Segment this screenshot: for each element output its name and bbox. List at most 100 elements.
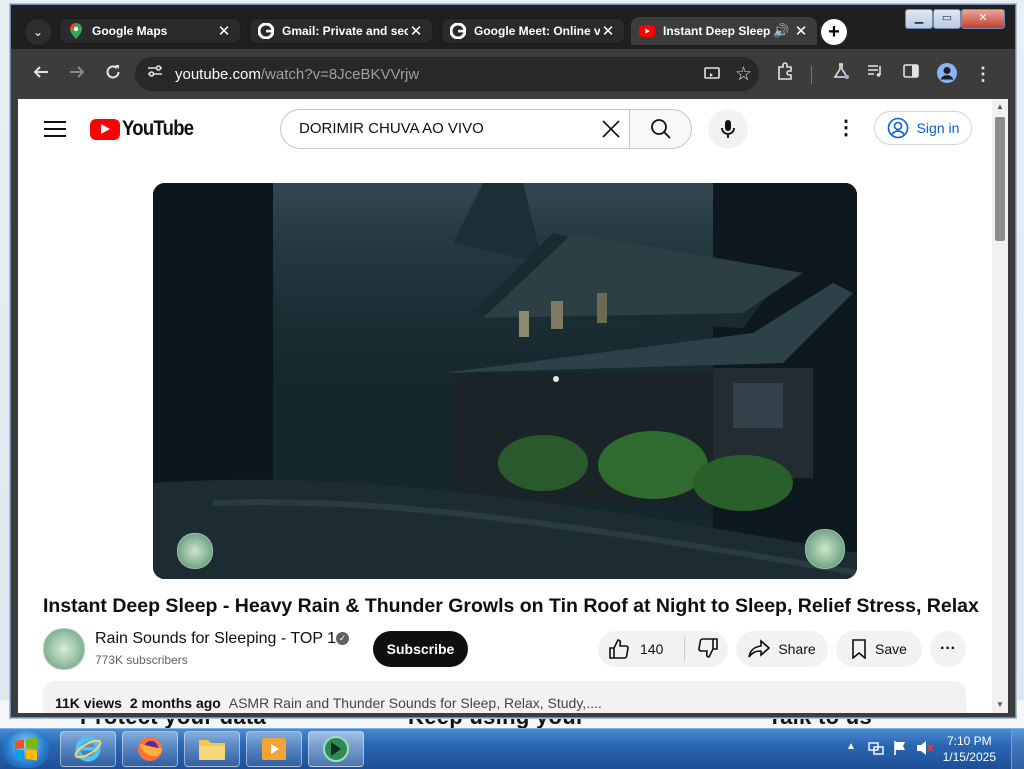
- back-button[interactable]: [29, 62, 53, 86]
- url-text[interactable]: youtube.com/watch?v=8JceBKVVrjw: [175, 66, 419, 83]
- settings-menu-button[interactable]: ⋮: [836, 117, 856, 141]
- side-panel-icon: [903, 64, 919, 78]
- close-icon[interactable]: ✕: [600, 22, 616, 40]
- site-info-icon[interactable]: [145, 64, 165, 84]
- search-input[interactable]: [297, 119, 591, 138]
- extensions-button[interactable]: [773, 62, 797, 86]
- channel-branding-icon[interactable]: [805, 529, 845, 569]
- firefox-icon: [138, 737, 162, 761]
- browser-app-icon: [323, 736, 349, 762]
- start-button[interactable]: [2, 730, 50, 768]
- folder-icon: [199, 740, 225, 760]
- url-path: /watch?v=8JceBKVVrjw: [260, 66, 420, 83]
- flask-icon: [833, 63, 849, 79]
- maximize-button[interactable]: ▭: [933, 9, 961, 29]
- speaker-icon[interactable]: 🔊: [773, 23, 789, 39]
- save-button[interactable]: Save: [836, 631, 922, 667]
- kebab-menu-icon: ⋮: [836, 117, 856, 139]
- queue-music-icon: [868, 65, 881, 77]
- action-center-flag-icon[interactable]: [892, 740, 908, 761]
- reload-icon: [106, 65, 120, 79]
- scroll-down-arrow-icon[interactable]: ▼: [995, 700, 1005, 709]
- media-controls-button[interactable]: [863, 62, 887, 86]
- reload-button[interactable]: [101, 62, 125, 86]
- close-icon[interactable]: ✕: [216, 22, 232, 40]
- internet-explorer-icon: [74, 736, 102, 762]
- voice-search-button[interactable]: [708, 109, 748, 149]
- description-header: 11K views 2 months ago ASMR Rain and Thu…: [55, 695, 602, 711]
- new-tab-button[interactable]: +: [821, 19, 847, 45]
- youtube-play-icon: [90, 118, 120, 140]
- kebab-menu-icon: ⋮: [974, 64, 992, 84]
- search-button[interactable]: [629, 109, 692, 149]
- upload-age: 2 months ago: [129, 695, 221, 711]
- dislike-button[interactable]: [685, 637, 719, 662]
- verified-check-icon: ✓: [336, 632, 349, 645]
- tab-title: Google Maps: [92, 24, 168, 38]
- video-player[interactable]: [153, 183, 857, 579]
- taskbar-firefox[interactable]: [122, 731, 178, 767]
- clock-date: 1/15/2025: [942, 750, 996, 764]
- close-icon[interactable]: ✕: [793, 22, 809, 40]
- network-icon[interactable]: [868, 740, 884, 761]
- sign-in-label: Sign in: [916, 120, 960, 136]
- channel-watermark[interactable]: [177, 533, 213, 569]
- tab-title: Google Meet: Online video: [474, 24, 600, 38]
- tab-title: Gmail: Private and secure: [282, 24, 408, 38]
- channel-name[interactable]: Rain Sounds for Sleeping - TOP 1: [95, 630, 336, 648]
- puzzle-icon: [778, 62, 792, 80]
- volume-muted-icon[interactable]: [916, 740, 934, 761]
- taskbar-media-player[interactable]: [246, 731, 302, 767]
- show-hidden-icons-icon[interactable]: ▲: [846, 741, 856, 752]
- share-button[interactable]: Share: [736, 631, 828, 667]
- description-box[interactable]: 11K views 2 months ago ASMR Rain and Thu…: [43, 681, 966, 713]
- more-actions-button[interactable]: ···: [930, 631, 966, 667]
- page-content: YouTube ⋮ Sign in: [18, 99, 1008, 713]
- browser-menu-button[interactable]: ⋮: [971, 62, 995, 86]
- system-clock[interactable]: 7:10 PM 1/15/2025: [943, 733, 996, 765]
- side-panel-button[interactable]: [899, 62, 923, 86]
- sign-in-button[interactable]: Sign in: [874, 111, 972, 145]
- scroll-up-arrow-icon[interactable]: ▲: [995, 102, 1005, 111]
- google-icon: [258, 23, 274, 39]
- tab-google-maps[interactable]: Google Maps ✕: [59, 18, 241, 44]
- profile-button[interactable]: [935, 62, 959, 86]
- tab-search-button[interactable]: ⌄: [25, 19, 51, 45]
- maps-icon: [68, 23, 84, 39]
- minimize-button[interactable]: ▁: [905, 9, 933, 29]
- forward-button[interactable]: [65, 62, 89, 86]
- address-bar[interactable]: youtube.com/watch?v=8JceBKVVrjw ☆: [135, 57, 759, 91]
- scrollbar-thumb[interactable]: [995, 117, 1005, 241]
- page-scrollbar[interactable]: ▲ ▼: [992, 99, 1008, 713]
- tab-title: Instant Deep Sleep - Heavy Rain: [663, 24, 773, 38]
- arrow-right-icon: [70, 66, 85, 78]
- labs-button[interactable]: [829, 62, 853, 86]
- avatar[interactable]: [43, 628, 85, 670]
- clear-search-icon[interactable]: [598, 116, 624, 142]
- star-icon[interactable]: ☆: [735, 63, 752, 86]
- close-icon[interactable]: ✕: [408, 22, 424, 40]
- guide-menu-button[interactable]: [44, 121, 66, 137]
- cast-icon[interactable]: [703, 65, 721, 88]
- tab-youtube-active[interactable]: Instant Deep Sleep - Heavy Rain 🔊 ✕: [631, 17, 817, 45]
- clock-time: 7:10 PM: [946, 734, 992, 748]
- window-close-button[interactable]: ✕: [961, 9, 1005, 29]
- taskbar-file-explorer[interactable]: [184, 731, 240, 767]
- tab-google-meet[interactable]: Google Meet: Online video ✕: [441, 18, 625, 44]
- youtube-logo-text: YouTube: [122, 117, 194, 140]
- subscribe-button[interactable]: Subscribe: [373, 631, 468, 667]
- tab-gmail[interactable]: Gmail: Private and secure ✕: [249, 18, 433, 44]
- subscriber-count: 773K subscribers: [95, 653, 188, 667]
- like-button[interactable]: 140: [598, 638, 676, 660]
- taskbar-browser-active[interactable]: [308, 731, 364, 767]
- youtube-icon: [639, 23, 655, 39]
- hamburger-icon: [44, 121, 66, 123]
- chevron-down-icon: ⌄: [32, 25, 44, 39]
- arrow-left-icon: [33, 66, 48, 78]
- taskbar-internet-explorer[interactable]: [60, 731, 116, 767]
- youtube-logo[interactable]: YouTube: [90, 117, 203, 141]
- browser-toolbar: youtube.com/watch?v=8JceBKVVrjw ☆ ⋮: [11, 49, 1015, 99]
- share-label: Share: [778, 641, 816, 657]
- show-desktop-button[interactable]: [1011, 729, 1024, 769]
- microphone-icon: [721, 120, 735, 138]
